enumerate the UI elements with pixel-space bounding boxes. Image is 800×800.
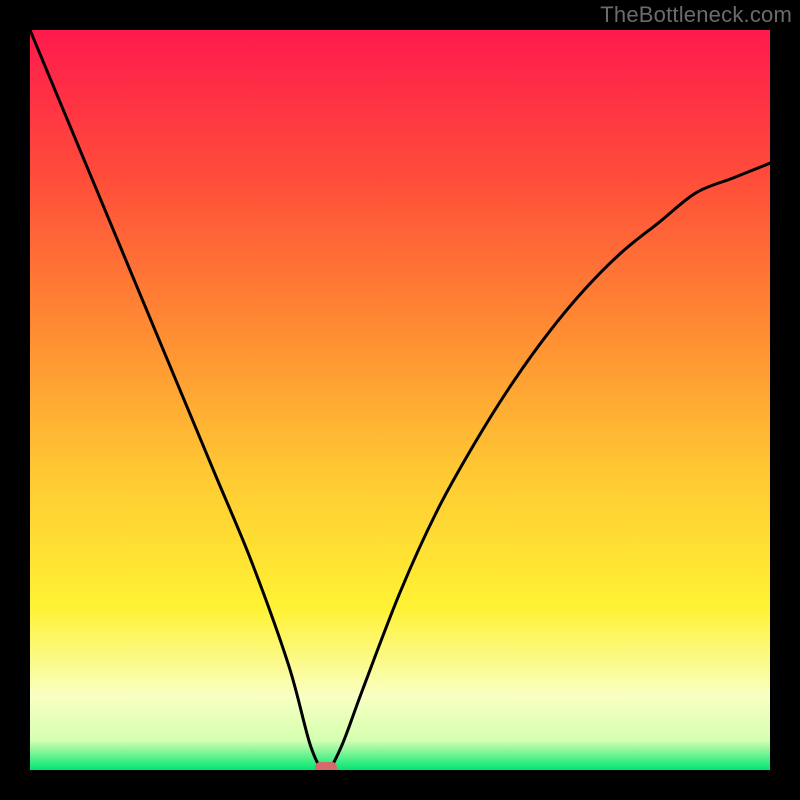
watermark-text: TheBottleneck.com — [600, 2, 792, 28]
plot-area — [30, 30, 770, 770]
min-marker — [315, 762, 337, 770]
chart-frame: TheBottleneck.com — [0, 0, 800, 800]
gradient-background — [30, 30, 770, 770]
chart-svg — [30, 30, 770, 770]
